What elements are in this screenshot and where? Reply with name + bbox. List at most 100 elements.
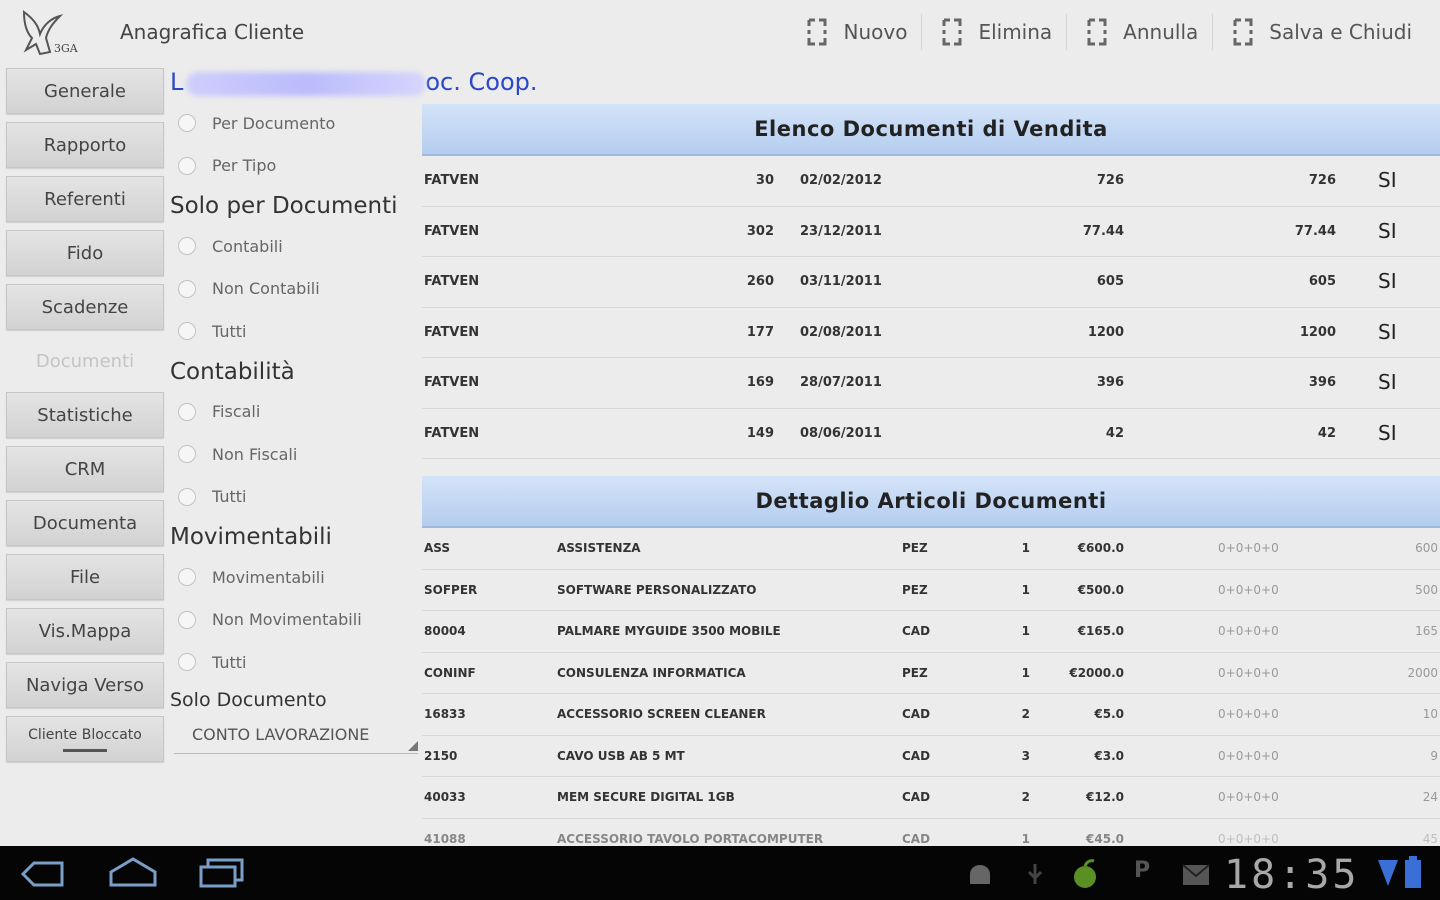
radio-tutti[interactable]: Tutti (168, 476, 418, 519)
table-row[interactable]: FATVEN 149 08/06/2011 42 42 SI (422, 409, 1440, 459)
table-row[interactable]: 2150 CAVO USB AB 5 MT CAD 3 €3.0 0+0+0+0 9 (422, 736, 1440, 777)
table-cell: 605 (1096, 274, 1124, 289)
delete-button-label: Elimina (978, 20, 1053, 44)
table-cell: 1 (1021, 541, 1030, 555)
radio-icon (178, 402, 196, 421)
p-label: P (1134, 858, 1151, 883)
solo-documento-select[interactable]: CONTO LAVORAZIONE (174, 716, 418, 754)
table-row[interactable]: FATVEN 169 28/07/2011 396 396 SI (422, 358, 1440, 409)
table-cell: 726 (1096, 173, 1124, 188)
sidebar-item-rapporto[interactable]: Rapporto (6, 122, 164, 168)
home-icon[interactable] (108, 856, 158, 888)
table-cell: 42 (1317, 425, 1336, 441)
sidebar-item-crm[interactable]: CRM (6, 446, 164, 492)
radio-contabili[interactable]: Contabili (168, 225, 418, 268)
table-row[interactable]: 16833 ACCESSORIO SCREEN CLEANER CAD 2 €5.0 0+… (422, 694, 1440, 736)
radio-per-documento[interactable]: Per Documento (168, 102, 418, 145)
radio-non-fiscali[interactable]: Non Fiscali (168, 433, 418, 476)
dropdown-corner-icon (408, 740, 418, 751)
app-logo-icon: 3GA (22, 9, 79, 56)
recent-apps-icon[interactable] (198, 858, 246, 888)
table-row[interactable]: SOFPER SOFTWARE PERSONALIZZATO PEZ 1 €500.0 0… (422, 570, 1440, 611)
table-cell: ACCESSORIO SCREEN CLEANER (557, 707, 766, 721)
radio-movimentabili[interactable]: Movimentabili (168, 556, 418, 599)
table-cell: SI (1378, 269, 1397, 293)
table-row[interactable]: ASS ASSISTENZA PEZ 1 €600.0 0+0+0+0 600 (422, 528, 1440, 570)
action-buttons: Nuovo Elimina Annulla Salva e Chiudi (787, 14, 1426, 50)
table-cell: SOFTWARE PERSONALIZZATO (557, 582, 757, 597)
section-title: Solo per Documenti (170, 193, 398, 219)
table-cell: FATVEN (424, 425, 480, 441)
svg-text:3GA: 3GA (54, 42, 79, 55)
table-row[interactable]: 40033 MEM SECURE DIGITAL 1GB CAD 2 €12.0 0+0+… (422, 777, 1440, 819)
table-cell: 0+0+0+0 (1218, 582, 1279, 597)
table-row[interactable]: FATVEN 30 02/02/2012 726 726 SI (422, 156, 1440, 207)
table-cell: CAD (902, 707, 931, 721)
sidebar-item-fido[interactable]: Fido (6, 230, 164, 276)
new-button[interactable]: Nuovo (787, 14, 921, 50)
new-button-label: Nuovo (843, 20, 908, 44)
table-row[interactable]: FATVEN 177 02/08/2011 1200 1200 SI (422, 308, 1440, 358)
sidebar-item-generale[interactable]: Generale (6, 68, 164, 114)
sidebar-item-referenti[interactable]: Referenti (6, 176, 164, 222)
sales-panel: Elenco Documenti di Vendita FATVEN 30 02/0… (422, 104, 1440, 459)
table-cell: €165.0 (1077, 624, 1124, 638)
table-cell: CAVO USB AB 5 MT (557, 748, 685, 763)
radio-fiscali[interactable]: Fiscali (168, 391, 418, 434)
sidebar-item-naviga-verso[interactable]: Naviga Verso (6, 662, 164, 708)
table-cell: SI (1378, 319, 1397, 344)
radio-icon (178, 445, 196, 464)
radio-per-tipo[interactable]: Per Tipo (168, 145, 418, 188)
sidebar-item-vis-mappa[interactable]: Vis.Mappa (6, 608, 164, 654)
radio-label: Tutti (212, 652, 247, 672)
delete-button[interactable]: Elimina (921, 14, 1066, 50)
sales-panel-title: Elenco Documenti di Vendita (422, 104, 1440, 156)
table-cell: €500.0 (1077, 582, 1124, 597)
table-cell: 77.44 (1082, 223, 1124, 239)
table-row[interactable]: FATVEN 260 03/11/2011 605 605 SI (422, 257, 1440, 308)
table-cell: SI (1378, 218, 1397, 243)
android-icon (970, 865, 990, 884)
articles-panel-title: Dettaglio Articoli Documenti (422, 476, 1440, 528)
table-cell: 9 (1430, 748, 1438, 763)
battery-icon (1405, 856, 1421, 888)
page-title: Anagrafica Cliente (120, 20, 305, 44)
sidebar-item-documenta[interactable]: Documenta (6, 500, 164, 546)
radio-label: Movimentabili (212, 567, 325, 587)
table-cell: 80004 (424, 624, 466, 638)
table-cell: 42 (1105, 425, 1124, 441)
table-cell: 605 (1308, 274, 1336, 289)
table-row[interactable]: CONINF CONSULENZA INFORMATICA PEZ 1 €2000.0 0… (422, 653, 1440, 694)
sidebar-item-file[interactable]: File (6, 554, 164, 600)
sidebar-item-scadenze[interactable]: Scadenze (6, 284, 164, 330)
radio-tutti[interactable]: Tutti (168, 310, 418, 353)
radio-non-movimentabili[interactable]: Non Movimentabili (168, 599, 418, 642)
table-cell: 08/06/2011 (800, 425, 882, 441)
sidebar-item-cliente-bloccato[interactable]: Cliente Bloccato (6, 716, 164, 762)
radio-label: Non Movimentabili (212, 610, 362, 630)
cancel-button[interactable]: Annulla (1066, 14, 1212, 50)
radio-label: Per Tipo (212, 156, 277, 176)
table-row[interactable]: 80004 PALMARE MYGUIDE 3500 MOBILE CAD 1 €165… (422, 611, 1440, 653)
table-cell: 1 (1021, 582, 1030, 597)
table-cell: 10 (1422, 707, 1438, 721)
sidebar-item-documenti[interactable]: Documenti (6, 338, 164, 384)
table-row[interactable]: FATVEN 302 23/12/2011 77.44 77.44 SI (422, 207, 1440, 257)
radio-tutti[interactable]: Tutti (168, 641, 418, 684)
table-cell: 2000 (1407, 665, 1438, 680)
save-close-button[interactable]: Salva e Chiudi (1212, 14, 1426, 50)
table-cell: CAD (902, 624, 931, 638)
radio-label: Contabili (212, 236, 283, 256)
table-cell: FATVEN (424, 274, 480, 289)
sidebar-item-statistiche[interactable]: Statistiche (6, 392, 164, 438)
table-cell: 396 (1308, 375, 1336, 390)
table-cell: €2000.0 (1069, 665, 1124, 680)
table-cell: 500 (1415, 582, 1438, 597)
table-cell: 40033 (424, 790, 466, 804)
back-icon[interactable] (20, 860, 66, 888)
table-cell: 30 (755, 173, 774, 188)
radio-non-contabili[interactable]: Non Contabili (168, 268, 418, 311)
table-cell: €5.0 (1094, 707, 1124, 721)
radio-label: Fiscali (212, 402, 261, 422)
radio-icon (178, 322, 196, 341)
